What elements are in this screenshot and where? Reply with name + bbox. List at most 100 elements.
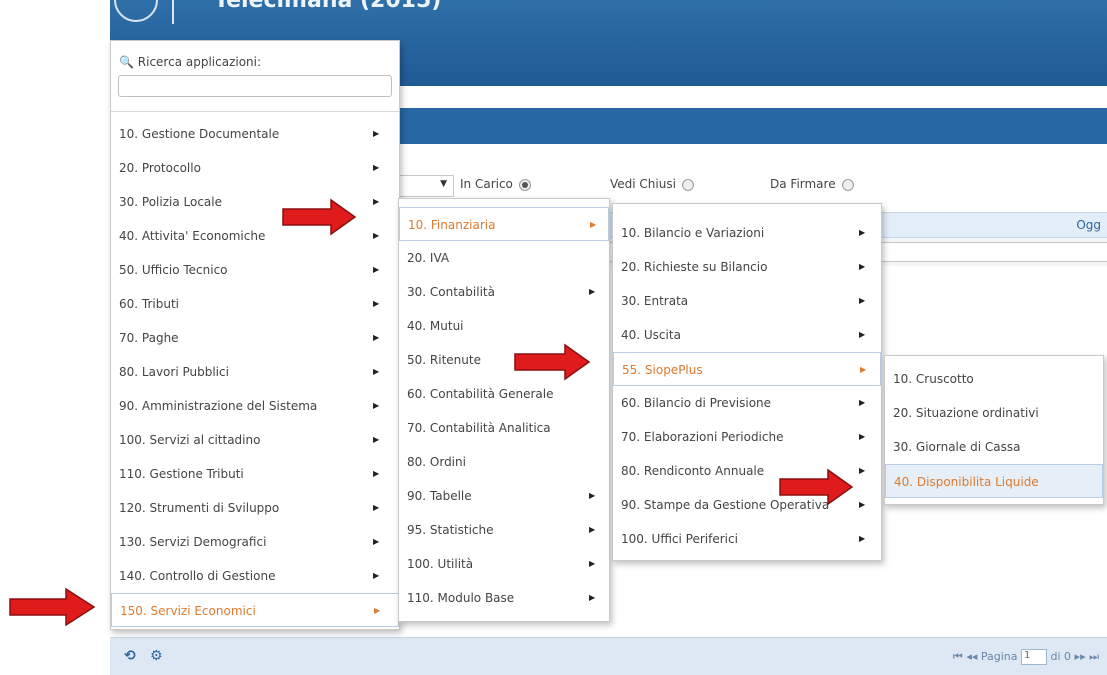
menu2-item-label: 100. Utilità <box>407 557 474 571</box>
next-page-icon[interactable]: ▸▸ <box>1075 650 1086 663</box>
menu1-item[interactable]: 120. Strumenti di Sviluppo ▶ <box>111 491 399 525</box>
menu1-item[interactable]: 20. Protocollo ▶ <box>111 151 399 185</box>
menu3-item[interactable]: 10. Bilancio e Variazioni ▶ <box>613 216 881 250</box>
menu2-item-label: 50. Ritenute <box>407 353 481 367</box>
submenu-arrow-icon: ▶ <box>373 537 380 546</box>
submenu-arrow-icon: ▶ <box>589 491 596 500</box>
submenu-arrow-icon: ▶ <box>859 466 866 475</box>
menu1-item-label: 10. Gestione Documentale <box>119 127 280 141</box>
last-page-icon[interactable]: ⏭ <box>1089 650 1099 663</box>
menu2-item[interactable]: 90. Tabelle ▶ <box>399 479 609 513</box>
column-header-oggetto[interactable]: Ogg <box>1076 218 1101 232</box>
page-input[interactable]: 1 <box>1021 649 1047 665</box>
menu4-item-active[interactable]: 40. Disponibilita Liquide <box>885 464 1103 498</box>
gear-icon[interactable]: ⚙ <box>150 648 163 664</box>
menu3-item[interactable]: 100. Uffici Periferici ▶ <box>613 522 881 556</box>
menu3-item[interactable]: 70. Elaborazioni Periodiche ▶ <box>613 420 881 454</box>
submenu-arrow-icon: ▶ <box>859 398 866 407</box>
menu2-item-label: 60. Contabilità Generale <box>407 387 554 401</box>
menu3-item-label: 40. Uscita <box>621 328 681 342</box>
menu1-item-label: 150. Servizi Economici <box>120 604 256 618</box>
submenu-arrow-icon: ▶ <box>590 220 597 229</box>
menu2-item-label: 20. IVA <box>407 251 450 265</box>
menu3-item-label: 55. SiopePlus <box>622 363 703 377</box>
menu1-item[interactable]: 90. Amministrazione del Sistema ▶ <box>111 389 399 423</box>
submenu-arrow-icon: ▶ <box>373 129 380 138</box>
menu1-item-active[interactable]: 150. Servizi Economici ▶ <box>111 593 399 627</box>
menu2-item-label: 30. Contabilità <box>407 285 495 299</box>
menu4-item-label: 40. Disponibilita Liquide <box>894 475 1039 489</box>
filter-in-carico[interactable]: In Carico <box>460 177 531 191</box>
submenu-arrow-icon: ▶ <box>859 534 866 543</box>
prev-page-icon[interactable]: ◂◂ <box>966 650 977 663</box>
menu1-item-label: 20. Protocollo <box>119 161 201 175</box>
refresh-icon[interactable]: ⟲ <box>124 648 136 664</box>
menu3-item-active[interactable]: 55. SiopePlus ▶ <box>613 352 881 386</box>
menu1-item[interactable]: 140. Controllo di Gestione ▶ <box>111 559 399 593</box>
menu1-item[interactable]: 130. Servizi Demografici ▶ <box>111 525 399 559</box>
menu1-item-label: 110. Gestione Tributi <box>119 467 244 481</box>
first-page-icon[interactable]: ⏮ <box>953 650 963 663</box>
menu3-item[interactable]: 20. Richieste su Bilancio ▶ <box>613 250 881 284</box>
menu1-item-label: 30. Polizia Locale <box>119 195 223 209</box>
filter-da-firmare[interactable]: Da Firmare <box>770 177 854 191</box>
menu1-item-label: 70. Paghe <box>119 331 179 345</box>
filter-vedi-chiusi[interactable]: Vedi Chiusi <box>610 177 694 191</box>
menu4-item-label: 30. Giornale di Cassa <box>893 440 1021 454</box>
menu3-item[interactable]: 30. Entrata ▶ <box>613 284 881 318</box>
menu2-item[interactable]: 110. Modulo Base ▶ <box>399 581 609 615</box>
submenu-arrow-icon: ▶ <box>373 299 380 308</box>
menu1-item[interactable]: 50. Ufficio Tecnico ▶ <box>111 253 399 287</box>
menu2-item[interactable]: 40. Mutui <box>399 309 609 343</box>
menu1-item-label: 90. Amministrazione del Sistema <box>119 399 318 413</box>
menu4-item[interactable]: 20. Situazione ordinativi <box>885 396 1103 430</box>
app-title: Telecimana (2015) <box>214 0 442 13</box>
menu2-item[interactable]: 60. Contabilità Generale <box>399 377 609 411</box>
search-input[interactable] <box>118 75 392 97</box>
menu2-item[interactable]: 80. Ordini <box>399 445 609 479</box>
menu4-item[interactable]: 30. Giornale di Cassa <box>885 430 1103 464</box>
submenu-arrow-icon: ▶ <box>373 401 380 410</box>
menu2-item[interactable]: 20. IVA <box>399 241 609 275</box>
radio-in-carico[interactable] <box>518 178 531 191</box>
menu2-item-active[interactable]: 10. Finanziaria ▶ <box>399 207 609 241</box>
radio-da-firmare[interactable] <box>841 178 854 191</box>
menu1-item[interactable]: 10. Gestione Documentale ▶ <box>111 117 399 151</box>
menu1-item[interactable]: 60. Tributi ▶ <box>111 287 399 321</box>
siopeplus-submenu: 10. Cruscotto 20. Situazione ordinativi … <box>884 355 1104 505</box>
menu1-item[interactable]: 80. Lavori Pubblici ▶ <box>111 355 399 389</box>
submenu-arrow-icon: ▶ <box>589 559 596 568</box>
menu4-item-label: 20. Situazione ordinativi <box>893 406 1039 420</box>
menu4-item-label: 10. Cruscotto <box>893 372 974 386</box>
submenu-arrow-icon: ▶ <box>373 265 380 274</box>
menu2-item[interactable]: 95. Statistiche ▶ <box>399 513 609 547</box>
menu3-item[interactable]: 60. Bilancio di Previsione ▶ <box>613 386 881 420</box>
menu2-item[interactable]: 100. Utilità ▶ <box>399 547 609 581</box>
search-icon: 🔍 <box>119 55 134 69</box>
menu1-item[interactable]: 100. Servizi al cittadino ▶ <box>111 423 399 457</box>
menu1-item[interactable]: 110. Gestione Tributi ▶ <box>111 457 399 491</box>
menu2-item[interactable]: 70. Contabilità Analitica <box>399 411 609 445</box>
app-logo-icon[interactable] <box>114 0 158 22</box>
filter-vedi-chiusi-label: Vedi Chiusi <box>610 177 676 191</box>
menu3-item-label: 80. Rendiconto Annuale <box>621 464 765 478</box>
submenu-arrow-icon: ▶ <box>373 197 380 206</box>
menu1-item-label: 130. Servizi Demografici <box>119 535 267 549</box>
grid-footer: ⟲ ⚙ ⏮ ◂◂ Pagina 1 di 0 ▸▸ ⏭ <box>110 637 1107 675</box>
menu4-item[interactable]: 10. Cruscotto <box>885 362 1103 396</box>
menu3-item[interactable]: 40. Uscita ▶ <box>613 318 881 352</box>
menu1-item-label: 120. Strumenti di Sviluppo <box>119 501 280 515</box>
submenu-arrow-icon: ▶ <box>373 231 380 240</box>
menu1-item-label: 80. Lavori Pubblici <box>119 365 229 379</box>
filter-dropdown[interactable]: ▼ <box>400 175 454 197</box>
menu2-item[interactable]: 30. Contabilità ▶ <box>399 275 609 309</box>
radio-vedi-chiusi[interactable] <box>681 178 694 191</box>
menu1-item[interactable]: 70. Paghe ▶ <box>111 321 399 355</box>
applications-menu: 🔍 Ricerca applicazioni: 10. Gestione Doc… <box>110 40 400 630</box>
menu1-item-label: 100. Servizi al cittadino <box>119 433 261 447</box>
menu-divider <box>111 111 399 112</box>
submenu-arrow-icon: ▶ <box>374 606 381 615</box>
menu1-item-label: 40. Attivita' Economiche <box>119 229 266 243</box>
menu3-item-label: 60. Bilancio di Previsione <box>621 396 772 410</box>
submenu-arrow-icon: ▶ <box>373 435 380 444</box>
